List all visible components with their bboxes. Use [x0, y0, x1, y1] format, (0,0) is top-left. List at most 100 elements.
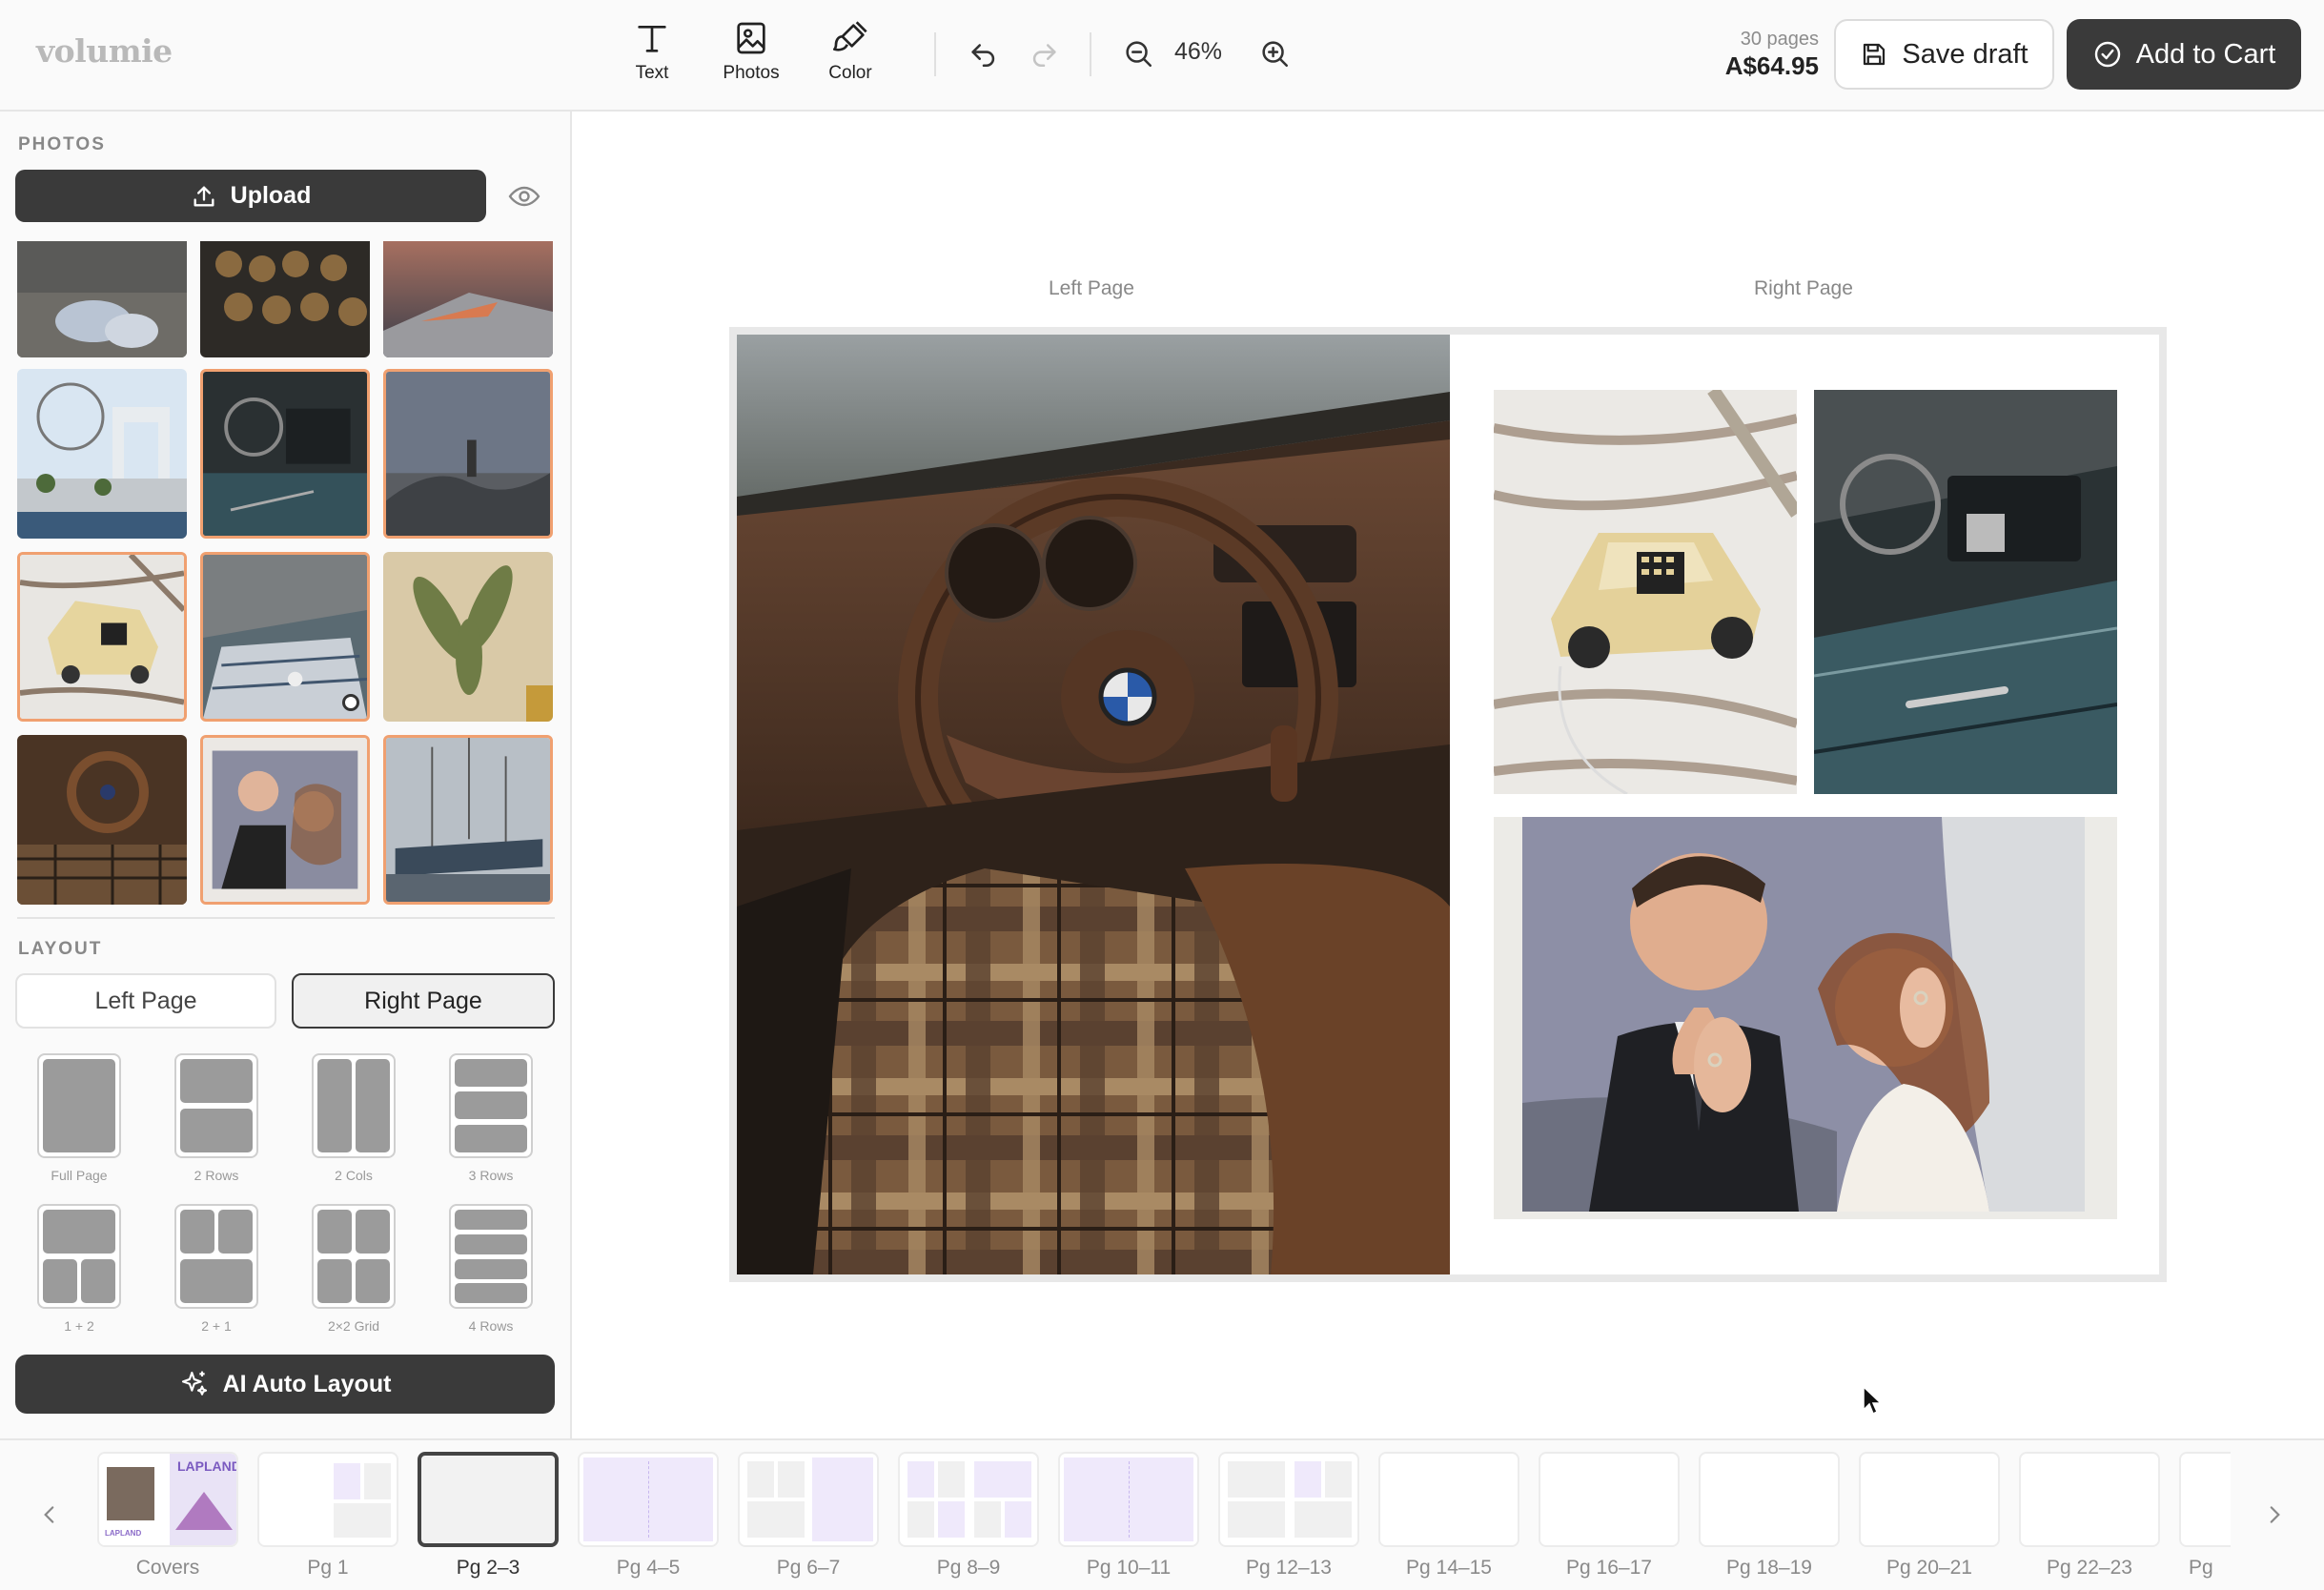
photo-thumb-used[interactable] — [383, 369, 553, 539]
filmstrip-item-next[interactable]: Pg — [2179, 1452, 2231, 1580]
filmstrip-thumbnail — [578, 1452, 719, 1547]
undo-button[interactable] — [963, 32, 1005, 74]
right-page-toggle[interactable]: Right Page — [292, 973, 555, 1029]
right-page-photo-bottom[interactable] — [1494, 817, 2117, 1219]
filmstrip-label: Pg — [2189, 1557, 2213, 1579]
book-spread — [737, 335, 2159, 1274]
filmstrip-item-pg14-15[interactable]: Pg 14–15 — [1378, 1452, 1519, 1580]
check-circle-icon — [2094, 41, 2120, 68]
layout-4-rows[interactable]: 4 Rows — [438, 1204, 543, 1334]
right-page-heading: Right Page — [1754, 277, 1853, 299]
photo-thumb[interactable] — [383, 552, 553, 722]
color-tool-button[interactable]: Color — [807, 19, 893, 95]
layout-preview — [174, 1053, 258, 1158]
left-page-photo[interactable] — [737, 335, 1450, 1274]
ai-auto-layout-button[interactable]: AI Auto Layout — [15, 1355, 555, 1414]
text-tool-button[interactable]: Text — [609, 19, 695, 95]
add-to-cart-button[interactable]: Add to Cart — [2067, 19, 2301, 90]
app-logo: volumie — [36, 32, 173, 70]
layout-label: 2×2 Grid — [327, 1318, 380, 1334]
photo-image — [1814, 390, 2117, 794]
price: A$64.95 — [1724, 51, 1819, 80]
save-draft-button[interactable]: Save draft — [1834, 19, 2054, 90]
photo-image — [17, 369, 187, 539]
filmstrip-label: Pg 14–15 — [1406, 1557, 1492, 1579]
layout-preview — [449, 1204, 533, 1309]
photos-tool-label: Photos — [723, 63, 780, 83]
layout-preview — [174, 1204, 258, 1309]
filmstrip-item-pg2-3[interactable]: Pg 2–3 — [418, 1452, 559, 1580]
ai-auto-layout-label: AI Auto Layout — [222, 1370, 392, 1397]
photo-thumb-used[interactable] — [383, 735, 553, 905]
zoom-out-button[interactable] — [1117, 32, 1159, 74]
text-tool-label: Text — [635, 63, 669, 83]
filmstrip-item-pg22-23[interactable]: Pg 22–23 — [2019, 1452, 2160, 1580]
redo-icon — [1032, 44, 1056, 68]
layout-3-rows[interactable]: 3 Rows — [438, 1053, 543, 1183]
filmstrip-label: Pg 16–17 — [1566, 1557, 1652, 1579]
photo-thumb[interactable] — [383, 241, 553, 357]
right-page-photo-top-left[interactable] — [1494, 390, 1797, 794]
layout-label: 1 + 2 — [64, 1318, 94, 1334]
upload-icon — [194, 186, 214, 206]
filmstrip-prev-button[interactable] — [32, 1493, 67, 1537]
filmstrip-item-pg1[interactable]: Pg 1 — [257, 1452, 398, 1580]
layout-full-page[interactable]: Full Page — [27, 1053, 132, 1183]
layout-preview — [37, 1204, 121, 1309]
paintbrush-icon — [833, 21, 867, 51]
filmstrip-item-pg16-17[interactable]: Pg 16–17 — [1539, 1452, 1680, 1580]
photo-image — [20, 555, 184, 719]
photo-thumb-used[interactable] — [17, 552, 187, 722]
photo-thumb-used[interactable] — [200, 552, 370, 722]
add-to-cart-label: Add to Cart — [2135, 38, 2276, 70]
photo-image — [383, 552, 553, 722]
chevron-right-icon — [2270, 1506, 2280, 1523]
filmstrip-thumbnail — [1699, 1452, 1840, 1547]
filmstrip-item-pg12-13[interactable]: Pg 12–13 — [1218, 1452, 1359, 1580]
filmstrip-item-pg20-21[interactable]: Pg 20–21 — [1859, 1452, 2000, 1580]
photo-thumb[interactable] — [17, 735, 187, 905]
layout-preview — [312, 1053, 396, 1158]
photo-thumb[interactable] — [17, 241, 187, 357]
layout-preview — [312, 1204, 396, 1309]
zoom-in-button[interactable] — [1254, 32, 1295, 74]
undo-icon — [971, 44, 995, 68]
left-page-toggle[interactable]: Left Page — [15, 973, 276, 1029]
filmstrip-next-button[interactable] — [2257, 1493, 2292, 1537]
upload-button[interactable]: Upload — [15, 170, 486, 222]
text-icon — [638, 26, 666, 52]
photos-section-title: PHOTOS — [18, 134, 106, 154]
page-count: 30 pages — [1740, 29, 1819, 50]
filmstrip-item-pg10-11[interactable]: Pg 10–11 — [1058, 1452, 1199, 1580]
toggle-used-photos-button[interactable] — [507, 179, 541, 214]
filmstrip-thumbnail — [898, 1452, 1039, 1547]
layout-2-plus-1[interactable]: 2 + 1 — [164, 1204, 269, 1334]
upload-label: Upload — [230, 182, 312, 209]
right-page-photo-top-right[interactable] — [1814, 390, 2117, 794]
photo-thumb[interactable] — [200, 241, 370, 357]
layout-1-plus-2[interactable]: 1 + 2 — [27, 1204, 132, 1334]
filmstrip-thumbnail — [2019, 1452, 2160, 1547]
filmstrip-thumbnail — [1859, 1452, 2000, 1547]
filmstrip-item-pg8-9[interactable]: Pg 8–9 — [898, 1452, 1039, 1580]
photos-tool-button[interactable]: Photos — [708, 19, 794, 95]
redo-button[interactable] — [1023, 32, 1065, 74]
layout-2-cols[interactable]: 2 Cols — [301, 1053, 406, 1183]
filmstrip-item-pg4-5[interactable]: Pg 4–5 — [578, 1452, 719, 1580]
filmstrip-item-pg6-7[interactable]: Pg 6–7 — [738, 1452, 879, 1580]
filmstrip-item-pg18-19[interactable]: Pg 18–19 — [1699, 1452, 1840, 1580]
cover-thumb-text: LAPLAND — [177, 1458, 236, 1474]
photo-thumb-used[interactable] — [200, 369, 370, 539]
filmstrip-label: Pg 20–21 — [1886, 1557, 1972, 1579]
filmstrip-label: Pg 6–7 — [776, 1557, 841, 1579]
layout-2-rows[interactable]: 2 Rows — [164, 1053, 269, 1183]
photo-image — [383, 241, 553, 357]
filmstrip-item-covers[interactable]: LAPLAND LAPLAND Covers — [97, 1452, 238, 1580]
layout-label: 4 Rows — [468, 1318, 514, 1334]
selected-indicator — [342, 694, 359, 711]
photo-thumb-used[interactable] — [200, 735, 370, 905]
color-tool-label: Color — [828, 63, 872, 83]
photo-thumb[interactable] — [17, 369, 187, 539]
layout-2x2-grid[interactable]: 2×2 Grid — [301, 1204, 406, 1334]
photo-image — [203, 372, 367, 536]
